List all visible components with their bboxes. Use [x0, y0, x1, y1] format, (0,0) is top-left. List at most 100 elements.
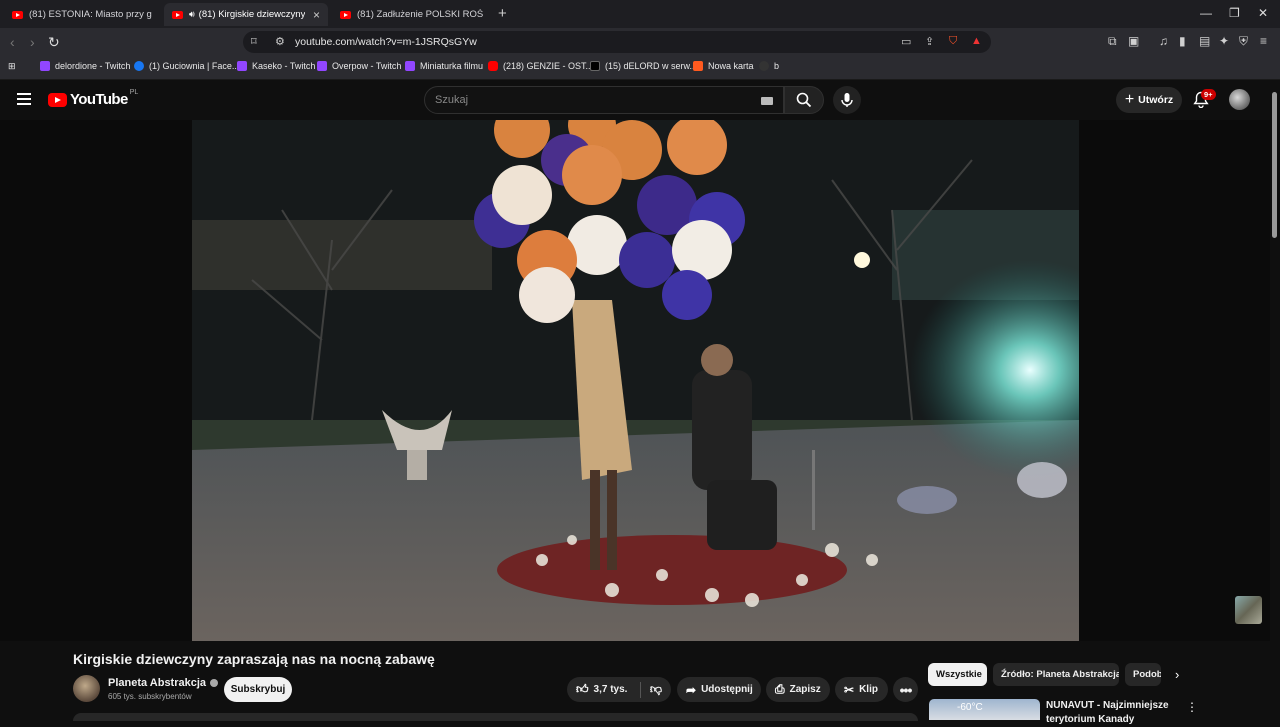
vpn-icon[interactable]: ⛨: [1239, 34, 1248, 49]
create-label: Utwórz: [1138, 94, 1174, 106]
close-tab-icon[interactable]: ×: [313, 8, 320, 22]
video-frame[interactable]: [192, 120, 1079, 641]
more-vertical-icon[interactable]: ⋮: [1186, 700, 1198, 714]
apps-icon[interactable]: ⊞: [8, 61, 16, 72]
reload-icon[interactable]: ↻: [48, 34, 60, 51]
bookmark-icon: ⎙: [775, 682, 785, 696]
bookmark-item[interactable]: (15) dELORD w serw...: [590, 61, 697, 71]
search-input[interactable]: Szukaj: [424, 86, 784, 114]
bookmark-b-icon: [759, 61, 769, 71]
bookmark-item[interactable]: Kaseko - Twitch: [237, 61, 315, 71]
browser-tab-bar: (81) ESTONIA: Miasto przy granicy z R 🔊︎…: [0, 0, 1280, 28]
address-bar[interactable]: ⌑ ⚙ youtube.com/watch?v=m-1JSRQsGYw ▭ ⇪ …: [243, 31, 991, 53]
minimize-icon[interactable]: —: [1200, 6, 1212, 20]
back-icon[interactable]: ‹: [10, 34, 15, 50]
twitch-icon: [317, 61, 327, 71]
clip-label: Klip: [859, 684, 878, 695]
thumbs-up-icon[interactable]: 👍︎: [576, 682, 589, 697]
brave-icon: [693, 61, 703, 71]
scissors-icon: ✂: [844, 682, 855, 697]
maximize-icon[interactable]: ❐: [1229, 6, 1240, 20]
chip-all[interactable]: Wszystkie: [928, 663, 987, 686]
chip-similar[interactable]: Podobne: [1125, 663, 1161, 686]
more-horizontal-icon: •••: [899, 681, 913, 698]
bookmark-label: b: [774, 61, 780, 71]
tab-title: (81) ESTONIA: Miasto przy granicy z R: [29, 9, 152, 20]
facebook-icon: [134, 61, 144, 71]
bookmark-label: (15) dELORD w serw...: [605, 61, 698, 71]
bookmark-label: Miniaturka filmu: [420, 61, 484, 71]
close-window-icon[interactable]: ✕: [1258, 6, 1268, 20]
keyboard-icon[interactable]: [761, 97, 773, 105]
bookmarks-bar: ⊞ delordione - Twitch (1) Guciownia | Fa…: [0, 56, 1280, 80]
save-button[interactable]: ⎙ Zapisz: [766, 677, 830, 702]
bookmark-label: (1) Guciownia | Face...: [149, 61, 240, 71]
recommended-video-thumbnail[interactable]: -60°C: [929, 699, 1040, 720]
miniplayer-thumbnail[interactable]: [1235, 596, 1262, 624]
youtube-header: YouTube PL Szukaj + Utwórz 9+: [0, 80, 1280, 120]
site-info-icon[interactable]: ⚙: [275, 35, 285, 48]
twitch-icon: [237, 61, 247, 71]
bookmark-icon[interactable]: ⌑: [251, 35, 257, 48]
subscribe-button[interactable]: Subskrybuj: [224, 677, 292, 702]
bookmark-label: Nowa karta: [708, 61, 754, 71]
wallet-icon[interactable]: ▣: [1128, 34, 1139, 48]
url-text[interactable]: youtube.com/watch?v=m-1JSRQsGYw: [295, 36, 477, 48]
new-tab-button[interactable]: +: [498, 5, 507, 22]
hamburger-menu-icon[interactable]: [17, 93, 31, 105]
share-label: Udostępnij: [701, 684, 753, 695]
bookmark-item[interactable]: b: [759, 61, 779, 71]
browser-tab-0[interactable]: (81) ESTONIA: Miasto przy granicy z R: [4, 3, 160, 26]
chevron-right-icon[interactable]: ›: [1175, 667, 1179, 682]
thumbs-down-icon[interactable]: 👎︎: [641, 682, 671, 697]
more-actions-button[interactable]: •••: [893, 677, 918, 702]
bookmark-item[interactable]: delordione - Twitch: [40, 61, 130, 71]
tab-title: (81) Zadłużenie POLSKI ROŚNIE - w 2: [357, 9, 484, 20]
voice-search-button[interactable]: [833, 86, 861, 114]
wallet-card-icon[interactable]: ▤: [1199, 34, 1210, 48]
sidebar-icon[interactable]: ▮: [1179, 34, 1186, 48]
share-icon[interactable]: ⇪: [925, 35, 934, 48]
bookmark-label: (218) GENZIE - OST...: [503, 61, 594, 71]
notification-badge: 9+: [1201, 89, 1216, 100]
extensions-icon[interactable]: ⧉: [1108, 34, 1117, 49]
brave-rewards-icon[interactable]: ▲: [971, 35, 982, 47]
channel-name[interactable]: Planeta Abstrakcja: [108, 677, 206, 689]
clip-button[interactable]: ✂ Klip: [835, 677, 888, 702]
video-title: Kirgiskie dziewczyny zapraszają nas na n…: [73, 651, 435, 667]
thumbnail-text: -60°C: [957, 702, 983, 713]
x-icon: [590, 61, 600, 71]
save-label: Zapisz: [789, 684, 821, 695]
bookmark-item[interactable]: (218) GENZIE - OST...: [488, 61, 593, 71]
share-button[interactable]: ➦ Udostępnij: [677, 677, 761, 702]
youtube-favicon-icon: [172, 10, 183, 19]
like-dislike-group: 👍︎ 3,7 tys. 👎︎: [567, 677, 671, 702]
browser-tab-1[interactable]: 🔊︎ (81) Kirgiskie dziewczyny zapr ×: [164, 3, 328, 26]
forward-icon[interactable]: ›: [30, 34, 35, 50]
bookmark-label: Kaseko - Twitch: [252, 61, 316, 71]
cast-icon[interactable]: ▭: [901, 35, 911, 48]
video-player[interactable]: [0, 120, 1270, 641]
bookmark-item[interactable]: Overpow - Twitch: [317, 61, 401, 71]
account-avatar[interactable]: [1229, 89, 1250, 110]
browser-tab-2[interactable]: (81) Zadłużenie POLSKI ROŚNIE - w 2: [332, 3, 492, 26]
channel-avatar[interactable]: [73, 675, 100, 702]
search-button[interactable]: [784, 86, 824, 114]
leo-ai-icon[interactable]: ✦: [1219, 34, 1229, 48]
twitch-icon: [405, 61, 415, 71]
youtube-play-icon: [48, 92, 67, 107]
bookmark-item[interactable]: (1) Guciownia | Face...: [134, 61, 239, 71]
chip-source[interactable]: Źródło: Planeta Abstrakcja: [993, 663, 1119, 686]
bookmark-item[interactable]: Miniaturka filmu: [405, 61, 483, 71]
youtube-logo[interactable]: YouTube PL: [48, 89, 138, 108]
recommended-video-title[interactable]: NUNAVUT - Najzimniejsze terytorium Kanad…: [1046, 699, 1176, 727]
youtube-favicon-icon: [340, 10, 351, 19]
page-scrollbar[interactable]: [1272, 92, 1277, 238]
bookmark-item[interactable]: Nowa karta: [693, 61, 754, 71]
create-button[interactable]: + Utwórz: [1116, 87, 1182, 113]
like-count[interactable]: 3,7 tys.: [594, 684, 628, 695]
media-icon[interactable]: ♫: [1159, 34, 1168, 48]
menu-icon[interactable]: ≡: [1260, 34, 1267, 48]
channel-name-row[interactable]: Planeta Abstrakcja: [108, 677, 219, 689]
brave-shields-icon[interactable]: ⛉: [949, 35, 957, 48]
